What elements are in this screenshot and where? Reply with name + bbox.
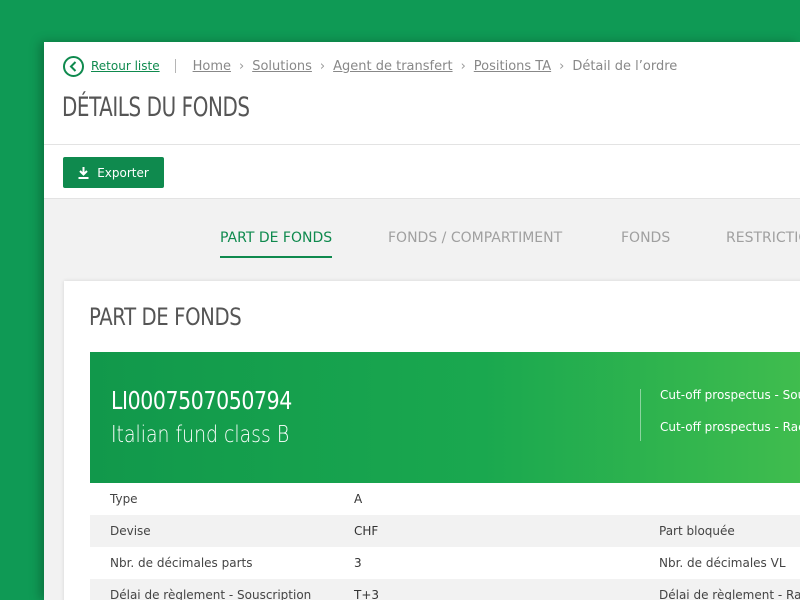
tab-bar: PART DE FONDS FONDS / COMPARTIMENT FONDS…	[44, 230, 800, 264]
table-row: Délai de règlement - Souscription T+3 Dé…	[90, 579, 800, 600]
tab-restrictions[interactable]: RESTRICTIO	[726, 230, 800, 256]
toolbar: Exporter	[44, 145, 800, 199]
chevron-right-icon: ›	[559, 58, 565, 74]
breadcrumb-ta-positions[interactable]: Positions TA	[474, 59, 551, 74]
table-row: Nbr. de décimales parts 3 Nbr. de décima…	[90, 547, 800, 579]
fund-name: Italian fund class B	[111, 422, 290, 448]
breadcrumb: Retour liste Home › Solutions › Agent de…	[63, 55, 677, 77]
row-value: 3	[354, 556, 362, 570]
row-label-secondary: Nbr. de décimales VL	[659, 556, 786, 570]
tab-fonds-compartiment[interactable]: FONDS / COMPARTIMENT	[388, 230, 562, 256]
breadcrumb-transfer-agent[interactable]: Agent de transfert	[333, 59, 452, 74]
page-title: DÉTAILS DU FONDS	[62, 92, 250, 123]
row-label: Type	[110, 492, 138, 506]
breadcrumb-solutions[interactable]: Solutions	[252, 59, 312, 74]
export-label: Exporter	[97, 165, 149, 180]
cutoff-redemption: Cut-off prospectus - Rach	[660, 420, 800, 434]
row-label: Nbr. de décimales parts	[110, 556, 253, 570]
row-value: T+3	[354, 588, 380, 600]
banner-divider	[640, 389, 641, 441]
details-table: Type A Devise CHF Part bloquée Nbr. de d…	[90, 483, 800, 600]
row-value: CHF	[354, 524, 379, 538]
download-icon	[78, 166, 89, 179]
chevron-right-icon: ›	[238, 58, 245, 74]
fund-banner: LI0007507050794 Italian fund class B Cut…	[90, 352, 800, 483]
cutoff-subscription: Cut-off prospectus - Sousc	[660, 388, 800, 402]
table-row: Devise CHF Part bloquée	[90, 515, 800, 547]
table-row: Type A	[90, 483, 800, 515]
breadcrumb-divider	[174, 59, 176, 73]
breadcrumb-home[interactable]: Home	[193, 59, 231, 74]
fund-share-card: PART DE FONDS LI0007507050794 Italian fu…	[64, 281, 800, 600]
tab-fonds[interactable]: FONDS	[621, 230, 670, 256]
breadcrumb-current: Détail de l’ordre	[572, 58, 678, 74]
chevron-right-icon: ›	[319, 58, 326, 74]
isin-code: LI0007507050794	[111, 386, 292, 415]
export-button[interactable]: Exporter	[63, 157, 164, 188]
detail-window: Retour liste Home › Solutions › Agent de…	[44, 42, 800, 600]
row-label: Devise	[110, 524, 151, 538]
row-label: Délai de règlement - Souscription	[110, 588, 312, 600]
tab-part-de-fonds[interactable]: PART DE FONDS	[220, 230, 333, 258]
chevron-left-icon	[63, 55, 84, 77]
row-value: A	[354, 492, 363, 506]
back-label: Retour liste	[91, 59, 160, 73]
page-header: Retour liste Home › Solutions › Agent de…	[44, 42, 800, 145]
card-title: PART DE FONDS	[89, 303, 242, 331]
row-label-secondary: Délai de règlement - Rach	[659, 588, 800, 600]
row-label-secondary: Part bloquée	[659, 524, 735, 538]
back-to-list-link[interactable]: Retour liste	[63, 55, 160, 77]
chevron-right-icon: ›	[460, 58, 466, 74]
